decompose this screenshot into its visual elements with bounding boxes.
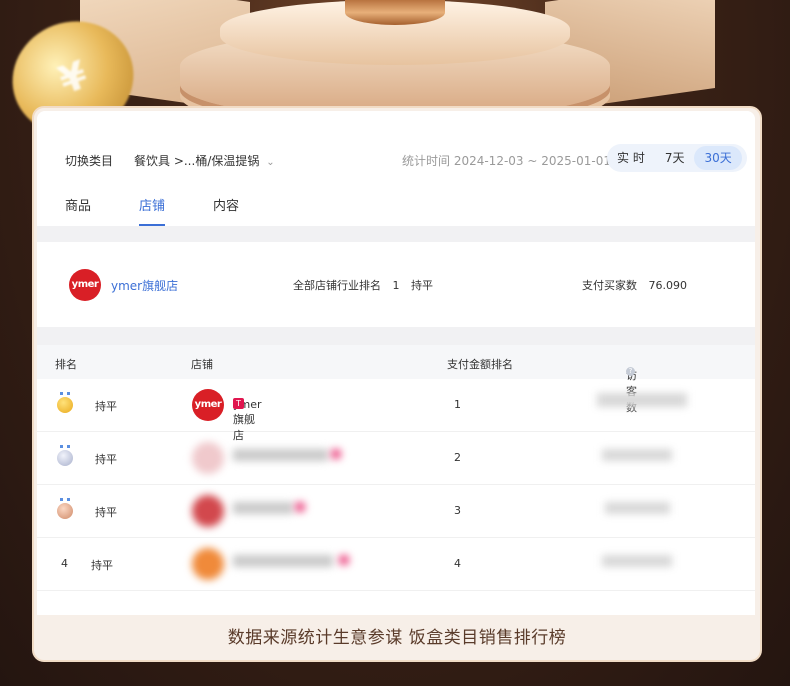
tmall-badge-icon [295, 502, 305, 512]
silver-medal-icon [57, 445, 73, 466]
rank-number: 4 [61, 557, 68, 570]
shop-logo-blurred [192, 442, 224, 474]
shop-ranking-table: 排名 店铺 支付金额排名 访客数 ? 持平 ymer ymer旗舰店 T 1 [37, 345, 755, 615]
tab-products[interactable]: 商品 [65, 195, 91, 224]
chevron-down-icon: ⌄ [266, 157, 275, 168]
table-row[interactable]: 持平 ymer ymer旗舰店 T 1 [37, 379, 755, 442]
shop-logo: ymer [192, 389, 224, 421]
shop-logo-blurred [192, 548, 224, 580]
col-rank-header: 排名 [55, 358, 77, 371]
tmall-badge-icon [331, 449, 341, 459]
rank-change: 持平 [95, 453, 117, 466]
tab-shops[interactable]: 店铺 [139, 195, 166, 226]
buyers-label: 支付买家数 [582, 279, 637, 292]
pay-rank: 3 [454, 504, 461, 517]
filter-bar: 切换类目 餐饮具 >...桶/保温提锅 ⌄ 统计时间 2024-12-03 ~ … [37, 111, 755, 226]
col-pay-rank-header: 支付金额排名 [447, 358, 513, 371]
gold-medal-icon [57, 392, 73, 413]
table-row[interactable]: 持平 3 [37, 485, 755, 538]
buyers-value: 76.090 [648, 279, 688, 292]
table-row[interactable]: 4 持平 4 [37, 538, 755, 591]
shop-logo-blurred [192, 495, 224, 527]
help-icon[interactable]: ? [626, 367, 635, 376]
rank-change: 持平 [95, 506, 117, 519]
table-row[interactable]: 持平 2 [37, 432, 755, 485]
shop-name-link[interactable]: ymer旗舰店 [111, 277, 178, 294]
period-7d-button[interactable]: 7天 [655, 146, 695, 170]
tab-content[interactable]: 内容 [213, 195, 239, 224]
period-switcher: 实 时 7天 30天 [607, 144, 747, 172]
period-30d-button[interactable]: 30天 [694, 146, 742, 170]
industry-rank-label: 全部店铺行业排名 [293, 279, 381, 292]
category-path: 餐饮具 >...桶/保温提锅 [134, 154, 260, 168]
switch-category-button[interactable]: 切换类目 [65, 152, 113, 169]
buyers-stat: 支付买家数 76.090 [582, 277, 687, 293]
shop-name-blurred [233, 555, 333, 567]
tmall-badge-icon [339, 555, 349, 565]
source-caption: 数据来源统计生意参谋 饭盒类目销售排行榜 [227, 628, 567, 648]
date-range: 统计时间 2024-12-03 ~ 2025-01-01 [402, 154, 611, 168]
shop-name-blurred [233, 449, 328, 461]
industry-rank-value: 1 [392, 279, 400, 292]
pay-rank: 2 [454, 451, 461, 464]
period-realtime-button[interactable]: 实 时 [607, 146, 655, 170]
category-selector[interactable]: 餐饮具 >...桶/保温提锅 ⌄ [134, 152, 275, 169]
ranking-card: 切换类目 餐饮具 >...桶/保温提锅 ⌄ 统计时间 2024-12-03 ~ … [32, 106, 762, 662]
tmall-badge-icon: T [233, 398, 244, 409]
ranking-panel: 切换类目 餐饮具 >...桶/保温提锅 ⌄ 统计时间 2024-12-03 ~ … [37, 111, 755, 615]
industry-rank-change: 持平 [411, 279, 433, 292]
pay-rank: 1 [454, 398, 461, 411]
visitors-value-blurred [605, 502, 670, 514]
trophy-icon [345, 0, 445, 25]
visitors-value-blurred [602, 449, 672, 461]
visitors-value-blurred [597, 393, 687, 407]
rank-change: 持平 [91, 559, 113, 572]
shop-logo: ymer [69, 269, 101, 301]
shop-name-blurred [233, 502, 293, 514]
table-header: 排名 店铺 支付金额排名 访客数 ? [37, 345, 755, 414]
col-shop-header: 店铺 [191, 358, 213, 371]
pay-rank: 4 [454, 557, 461, 570]
tab-bar: 商品 店铺 内容 [65, 195, 239, 226]
industry-rank: 全部店铺行业排名 1 持平 [293, 277, 433, 293]
rank-change: 持平 [95, 400, 117, 413]
visitors-value-blurred [602, 555, 672, 567]
shop-summary: ymer ymer旗舰店 全部店铺行业排名 1 持平 支付买家数 76.090 [37, 242, 755, 327]
bronze-medal-icon [57, 498, 73, 519]
